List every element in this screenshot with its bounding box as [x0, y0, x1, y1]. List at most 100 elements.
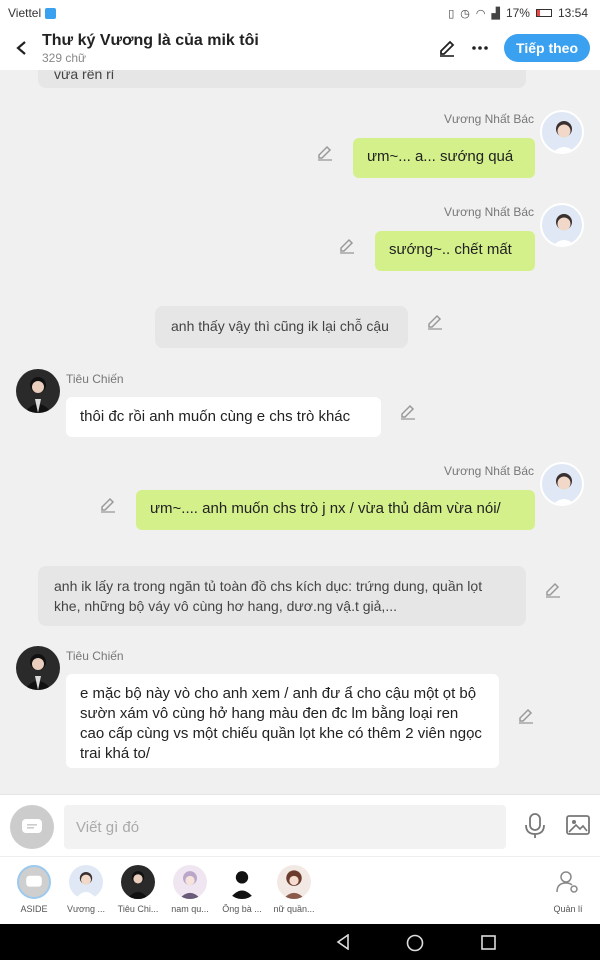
title-block: Thư ký Vương là của mik tôi 329 chữ — [42, 32, 259, 65]
person-icon — [127, 871, 149, 899]
system-nav-bar — [0, 924, 600, 960]
message-text: ưm~... a... sướng quá — [367, 148, 514, 165]
avatar-vuong-nhat-bac[interactable] — [540, 110, 584, 154]
word-count: 329 chữ — [42, 50, 87, 65]
battery-icon — [535, 9, 552, 17]
app-bar: Thư ký Vương là của mik tôi 329 chữ Tiếp… — [0, 26, 600, 70]
battery-percent: 17% — [505, 6, 530, 20]
manage-icon-wrap — [551, 865, 585, 899]
status-bar: Viettel ▯ ◷ ◠ ▟ 17% 13:54 — [0, 0, 600, 26]
sender-name: Vương Nhất Bác — [444, 205, 534, 219]
status-icons: ▯ ◷ ◠ ▟ 17% 13:54 — [448, 6, 588, 20]
sender-name: Tiêu Chiến — [66, 649, 124, 663]
message-bubble[interactable]: ưm~.... anh muốn chs trò j nx / vừa thủ … — [136, 490, 535, 530]
input-bar — [0, 794, 600, 856]
avatar-vuong-nhat-bac[interactable] — [540, 462, 584, 506]
user-settings-icon — [556, 871, 578, 893]
toolbar: Tiếp theo — [438, 34, 590, 62]
character-aside[interactable]: ASIDE — [9, 865, 59, 914]
chat-bubble-icon — [26, 875, 42, 887]
carrier-label: Viettel — [8, 6, 42, 20]
silhouette-icon — [229, 871, 255, 899]
character-label: nam qu... — [171, 904, 209, 914]
aside-toggle-button[interactable] — [10, 805, 54, 849]
narration-text: vừa rên rỉ — [54, 70, 114, 82]
person-icon — [283, 870, 305, 899]
character-bar: ASIDE Vương ... Tiêu Chi... nam qu... Ôn… — [0, 856, 600, 924]
character-avatar — [69, 865, 103, 899]
sender-name: Tiêu Chiến — [66, 372, 124, 386]
edit-message-icon[interactable] — [544, 581, 562, 599]
person-icon — [553, 214, 575, 245]
character-tieu-chien[interactable]: Tiêu Chi... — [113, 865, 163, 914]
person-icon — [553, 473, 575, 504]
character-nu[interactable]: nữ quần... — [269, 865, 319, 914]
character-ong-ba[interactable]: Ông bà ... — [217, 865, 267, 914]
microphone-icon[interactable] — [524, 813, 546, 839]
edit-message-icon[interactable] — [399, 403, 417, 421]
message-input[interactable] — [64, 805, 506, 849]
recents-nav-icon[interactable] — [481, 935, 496, 950]
back-button[interactable] — [10, 36, 34, 60]
more-icon[interactable] — [472, 45, 488, 51]
narration-text: anh ik lấy ra trong ngăn tủ toàn đồ chs … — [54, 578, 483, 614]
character-avatar — [173, 865, 207, 899]
character-avatar — [225, 865, 259, 899]
carrier: Viettel — [8, 6, 57, 20]
edit-message-icon[interactable] — [316, 144, 334, 162]
vibrate-icon: ▯ — [448, 7, 455, 20]
narration-bubble[interactable]: anh ik lấy ra trong ngăn tủ toàn đồ chs … — [38, 566, 526, 626]
message-bubble[interactable]: ưm~... a... sướng quá — [353, 138, 535, 178]
back-arrow-icon — [16, 41, 26, 55]
character-label: nữ quần... — [273, 904, 315, 914]
avatar-tieu-chien[interactable] — [16, 369, 60, 413]
narration-text: anh thấy vậy thì cũng ik lại chỗ cậu — [171, 318, 389, 334]
aside-avatar — [17, 865, 51, 899]
sim-icon — [45, 7, 57, 19]
message-bubble[interactable]: sướng~.. chết mất — [375, 231, 535, 271]
story-title: Thư ký Vương là của mik tôi — [42, 31, 259, 49]
message-text: e mặc bộ này vò cho anh xem / anh đư ẩ c… — [80, 685, 482, 762]
edit-message-icon[interactable] — [426, 313, 444, 331]
signal-icon: ▟ — [491, 7, 500, 20]
message-bubble[interactable]: e mặc bộ này vò cho anh xem / anh đư ẩ c… — [66, 674, 499, 768]
edit-message-icon[interactable] — [338, 237, 356, 255]
message-bubble[interactable]: thôi đc rồi anh muốn cùng e chs trò khác — [66, 397, 381, 437]
character-label: Ông bà ... — [222, 904, 262, 914]
chat-area[interactable]: vừa rên rỉ Vương Nhất Bác ưm~... a... sư… — [0, 70, 600, 794]
person-icon — [24, 377, 52, 413]
clock: 13:54 — [557, 6, 588, 20]
message-text: sướng~.. chết mất — [389, 241, 512, 258]
edit-message-icon[interactable] — [517, 707, 535, 725]
message-text: thôi đc rồi anh muốn cùng e chs trò khác — [80, 408, 351, 425]
edit-title-icon[interactable] — [438, 39, 456, 57]
sender-name: Vương Nhất Bác — [444, 112, 534, 126]
character-label: Tiêu Chi... — [117, 904, 159, 914]
alarm-icon: ◷ — [460, 7, 470, 20]
person-icon — [24, 654, 52, 690]
character-nam[interactable]: nam qu... — [165, 865, 215, 914]
narration-bubble[interactable]: anh thấy vậy thì cũng ik lại chỗ cậu — [155, 306, 408, 348]
character-label: Vương ... — [67, 904, 105, 914]
person-icon — [75, 871, 97, 899]
character-label: Quản lí — [553, 904, 583, 914]
character-avatar — [121, 865, 155, 899]
character-avatar — [277, 865, 311, 899]
edit-message-icon[interactable] — [99, 496, 117, 514]
message-text: ưm~.... anh muốn chs trò j nx / vừa thủ … — [150, 500, 501, 517]
home-nav-icon[interactable] — [406, 934, 424, 952]
avatar-vuong-nhat-bac[interactable] — [540, 203, 584, 247]
character-label: ASIDE — [20, 904, 48, 914]
avatar-tieu-chien[interactable] — [16, 646, 60, 690]
manage-characters-button[interactable]: Quản lí — [543, 865, 593, 914]
image-icon[interactable] — [566, 815, 590, 835]
narration-bubble[interactable]: vừa rên rỉ — [38, 70, 526, 88]
wifi-icon: ◠ — [475, 7, 486, 20]
person-icon — [553, 121, 575, 152]
next-button[interactable]: Tiếp theo — [504, 34, 590, 62]
character-vuong[interactable]: Vương ... — [61, 865, 111, 914]
chat-bubble-icon — [22, 819, 42, 833]
person-icon — [179, 871, 201, 899]
back-nav-icon[interactable] — [335, 934, 351, 950]
sender-name: Vương Nhất Bác — [444, 464, 534, 478]
